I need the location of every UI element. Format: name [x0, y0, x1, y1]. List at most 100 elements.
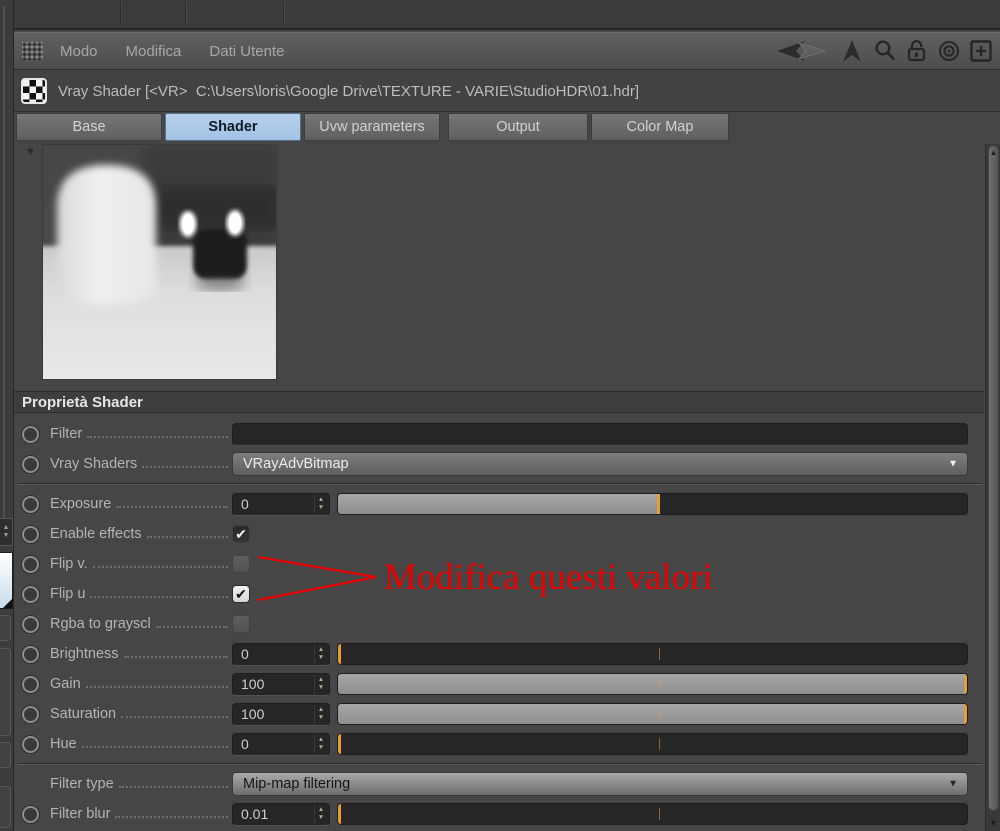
scrollbar-thumb[interactable]: ▲ — [988, 145, 999, 811]
spinner-stepper[interactable]: ▲ ▼ — [314, 804, 327, 824]
dotted-leader — [85, 686, 228, 688]
param-label: Saturation — [50, 706, 117, 722]
slider-fill — [338, 674, 967, 694]
attribute-manager: Modo Modifica Dati Utente Vray Shader [<… — [14, 0, 1000, 831]
dotted-leader — [121, 716, 228, 718]
slider-handle[interactable] — [964, 674, 967, 694]
tab-color-map[interactable]: Color Map — [591, 113, 729, 141]
exposure-slider[interactable] — [337, 493, 968, 515]
flip-v-checkbox[interactable] — [232, 555, 250, 573]
filter-blur-slider[interactable] — [337, 803, 968, 825]
add-panel-icon[interactable] — [969, 39, 993, 63]
tab-strip-divider — [120, 2, 121, 26]
lock-icon[interactable] — [905, 39, 929, 63]
keyframe-circle[interactable] — [22, 425, 39, 443]
keyframe-circle[interactable] — [22, 645, 39, 663]
search-icon[interactable] — [873, 39, 897, 63]
slider-handle[interactable] — [338, 734, 341, 754]
param-row-brightness: Brightness ▲▼ — [22, 639, 968, 669]
param-label: Rgba to grayscl — [50, 616, 151, 632]
gain-slider[interactable] — [337, 673, 968, 695]
filter-blur-field: ▲▼ — [232, 802, 330, 826]
param-row-hue: Hue ▲▼ — [22, 729, 968, 759]
slider-handle[interactable] — [964, 704, 967, 724]
vray-shader-panel: ▲ ▼ Modo Modifica Dati Utente Vray Shade… — [0, 0, 1000, 831]
filter-type-dropdown[interactable]: Mip-map filtering ▼ — [232, 772, 968, 796]
param-row-enable-effects: Enable effects ✔ — [22, 519, 968, 549]
saturation-input[interactable] — [233, 705, 303, 723]
dropdown-value: VRayAdvBitmap — [243, 456, 349, 472]
scroll-down-icon[interactable]: ▼ — [987, 818, 1000, 828]
spinner-stepper[interactable]: ▲ ▼ — [314, 644, 327, 664]
vray-shaders-dropdown[interactable]: VRayAdvBitmap ▼ — [232, 452, 968, 476]
keyframe-circle[interactable] — [22, 615, 39, 633]
flip-u-checkbox[interactable]: ✔ — [232, 585, 250, 603]
section-title: Proprietà Shader — [22, 393, 143, 411]
brightness-input[interactable] — [233, 645, 303, 663]
slider-handle[interactable] — [338, 804, 341, 824]
param-label: Gain — [50, 676, 81, 692]
param-label: Filter blur — [50, 806, 111, 822]
exposure-field: ▲▼ — [232, 492, 330, 516]
brightness-field: ▲▼ — [232, 642, 330, 666]
menu-modo[interactable]: Modo — [60, 43, 98, 60]
keyframe-circle[interactable] — [22, 705, 39, 723]
spinner-stepper[interactable]: ▲ ▼ — [314, 494, 327, 514]
group-separator — [18, 479, 982, 489]
dotted-leader — [146, 536, 228, 538]
param-row-gain: Gain ▲▼ — [22, 669, 968, 699]
saturation-slider[interactable] — [337, 703, 968, 725]
rgba-to-grayscl-checkbox[interactable] — [232, 615, 250, 633]
keyframe-circle[interactable] — [22, 525, 39, 543]
menu-dati-utente[interactable]: Dati Utente — [209, 43, 284, 60]
shader-preview-image[interactable] — [38, 144, 281, 384]
vertical-scrollbar[interactable]: ▲ ▼ — [985, 144, 1000, 831]
param-label: Vray Shaders — [50, 456, 138, 472]
titlebar: Vray Shader [<VR> C:\Users\loris\Google … — [14, 71, 1000, 112]
param-label: Enable effects — [50, 526, 142, 542]
tab-base[interactable]: Base — [16, 113, 162, 141]
keyframe-circle[interactable] — [22, 555, 39, 573]
scroll-up-icon[interactable]: ▲ — [989, 148, 998, 157]
menu-modifica[interactable]: Modifica — [126, 43, 182, 60]
tab-uvw-parameters[interactable]: Uvw parameters — [304, 113, 440, 141]
param-row-vray-shaders: Vray Shaders VRayAdvBitmap ▼ — [22, 449, 968, 479]
hue-slider[interactable] — [337, 733, 968, 755]
keyframe-circle[interactable] — [22, 675, 39, 693]
collapse-preview-icon[interactable]: ▼ — [25, 146, 36, 158]
tab-strip-divider — [185, 2, 186, 26]
vray-shader-icon — [21, 78, 47, 104]
brightness-slider[interactable] — [337, 643, 968, 665]
enable-effects-checkbox[interactable]: ✔ — [232, 525, 250, 543]
hue-field: ▲▼ — [232, 732, 330, 756]
tab-shader[interactable]: Shader — [165, 113, 301, 141]
slider-handle[interactable] — [657, 494, 661, 514]
keyframe-circle[interactable] — [22, 455, 39, 473]
exposure-input[interactable] — [233, 495, 303, 513]
spinner-stepper[interactable]: ▲ ▼ — [314, 704, 327, 724]
adjacent-panel-fragment — [0, 615, 11, 641]
keyframe-circle[interactable] — [22, 805, 39, 823]
spinner-stepper[interactable]: ▲ ▼ — [314, 674, 327, 694]
keyframe-circle[interactable] — [22, 735, 39, 753]
slider-handle[interactable] — [338, 644, 341, 664]
chevron-down-icon: ▼ — [948, 778, 958, 790]
history-back-forward-icon[interactable] — [769, 39, 831, 63]
param-row-saturation: Saturation ▲▼ — [22, 699, 968, 729]
adjacent-panel-fragment — [0, 648, 11, 736]
panel-grip-icon[interactable] — [22, 42, 43, 60]
spinner-stepper[interactable]: ▲ ▼ — [314, 734, 327, 754]
panel-divider — [3, 6, 5, 518]
target-icon[interactable] — [937, 39, 961, 63]
slider-fill — [338, 704, 967, 724]
dotted-leader — [92, 566, 228, 568]
tab-output[interactable]: Output — [448, 113, 588, 141]
filter-blur-input[interactable] — [233, 805, 303, 823]
dotted-leader — [115, 816, 228, 818]
keyframe-circle[interactable] — [22, 495, 39, 513]
hue-input[interactable] — [233, 735, 303, 753]
filter-input[interactable] — [232, 422, 968, 446]
gain-input[interactable] — [233, 675, 303, 693]
keyframe-circle[interactable] — [22, 585, 39, 603]
select-arrow-icon[interactable] — [839, 39, 865, 63]
